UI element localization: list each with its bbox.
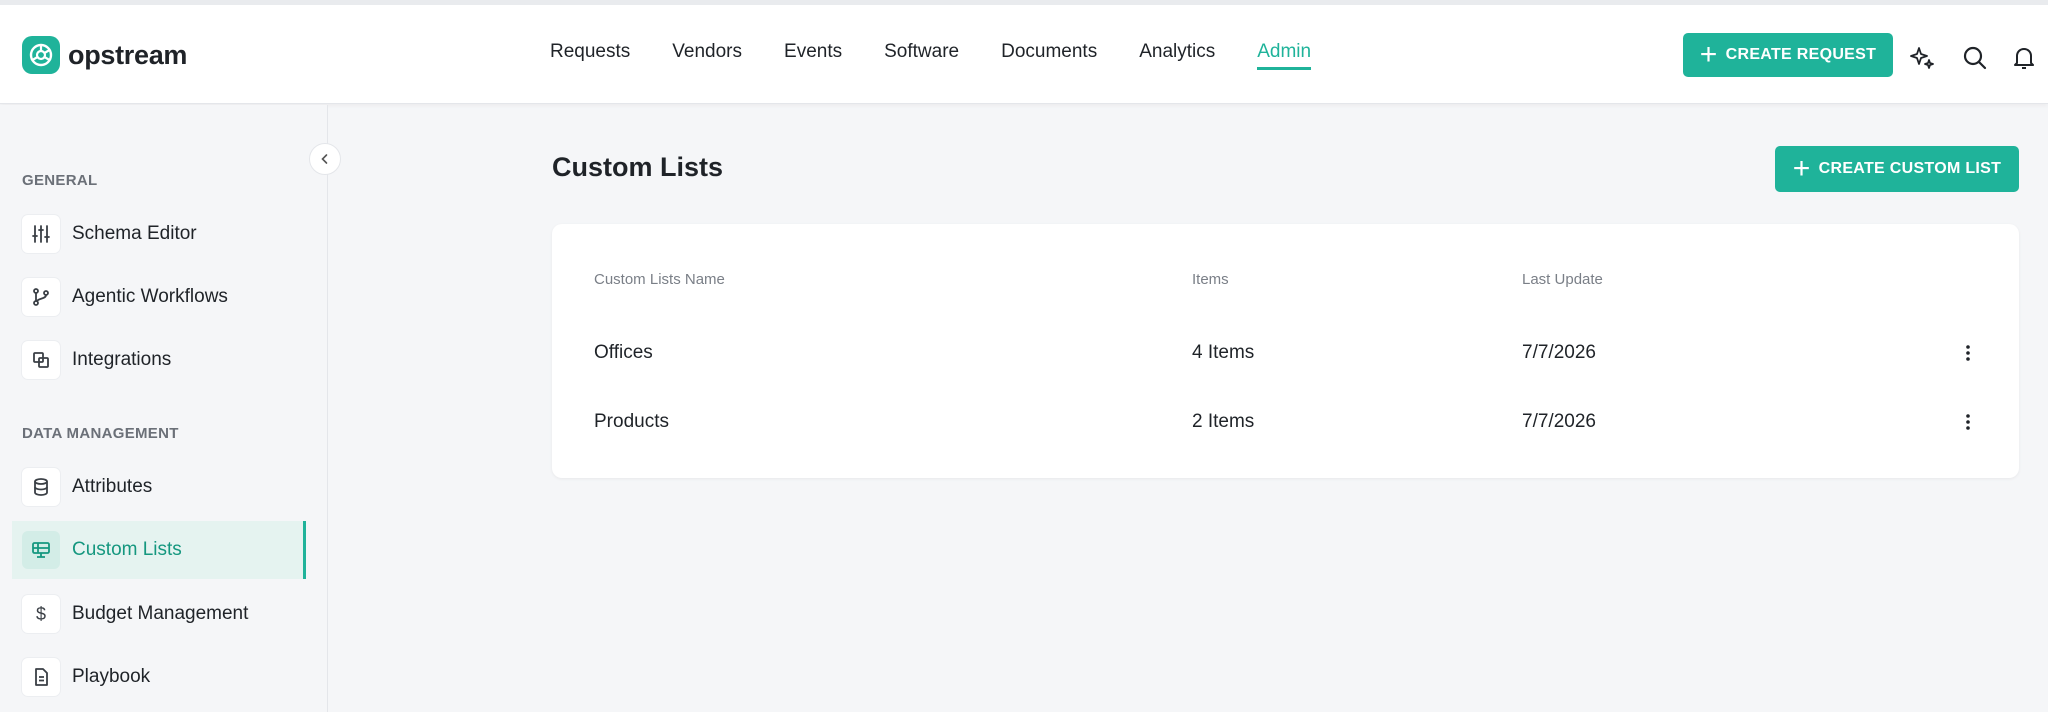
bell-icon[interactable] — [2012, 43, 2036, 73]
logo[interactable]: opstream — [22, 35, 187, 75]
opstream-logo-icon — [22, 36, 60, 74]
sidebar-item-label: Budget Management — [72, 603, 249, 624]
top-header: opstream Requests Vendors Events Softwar… — [0, 0, 2048, 104]
sidebar-item-label: Attributes — [72, 476, 153, 497]
document-icon — [22, 658, 60, 696]
last-update-cell: 7/7/2026 — [1522, 411, 1596, 432]
dollar-icon: $ — [22, 595, 60, 633]
sidebar-item-label: Agentic Workflows — [72, 286, 228, 307]
sidebar-item-label: Custom Lists — [72, 539, 182, 560]
app-name: opstream — [68, 39, 188, 70]
sidebar-item-schema-editor[interactable]: Schema Editor — [12, 205, 306, 263]
sidebar-item-label: Integrations — [72, 349, 172, 370]
column-header-last-update: Last Update — [1522, 271, 1603, 288]
main-nav: Requests Vendors Events Software Documen… — [550, 41, 1312, 70]
sidebar-item-custom-lists[interactable]: Custom Lists — [12, 521, 306, 579]
sidebar-item-label: Schema Editor — [72, 223, 197, 244]
list-icon — [22, 531, 60, 569]
nav-documents[interactable]: Documents — [1001, 41, 1097, 70]
plus-icon: + — [1699, 38, 1718, 71]
column-header-name: Custom Lists Name — [594, 271, 725, 288]
database-icon — [22, 468, 60, 506]
create-custom-list-button[interactable]: + CREATE CUSTOM LIST — [1775, 146, 2019, 192]
integrations-icon — [22, 341, 60, 379]
custom-lists-table: Custom Lists Name Items Last Update Offi… — [552, 224, 2019, 478]
section-label-data-management: DATA MANAGEMENT — [22, 425, 179, 442]
list-name-cell[interactable]: Products — [594, 411, 669, 433]
nav-vendors[interactable]: Vendors — [672, 41, 742, 70]
items-cell: 2 Items — [1192, 411, 1255, 432]
items-cell: 4 Items — [1192, 342, 1255, 363]
sidebar-item-integrations[interactable]: Integrations — [12, 331, 306, 389]
last-update-cell: 7/7/2026 — [1522, 342, 1596, 363]
column-header-items: Items — [1192, 271, 1229, 288]
row-menu-icon[interactable] — [1958, 410, 1978, 434]
sidebar-item-label: Playbook — [72, 666, 151, 687]
chevron-left-icon — [321, 154, 328, 164]
nav-admin[interactable]: Admin — [1257, 41, 1312, 70]
nav-analytics[interactable]: Analytics — [1139, 41, 1215, 70]
nav-requests[interactable]: Requests — [550, 41, 630, 70]
list-name-cell[interactable]: Offices — [594, 342, 653, 364]
sliders-icon — [22, 215, 60, 253]
page-title: Custom Lists — [552, 152, 724, 182]
nav-events[interactable]: Events — [784, 41, 842, 70]
collapse-sidebar-button[interactable] — [309, 143, 341, 175]
row-menu-icon[interactable] — [1958, 341, 1978, 365]
search-icon[interactable] — [1960, 43, 1990, 73]
create-custom-list-label: CREATE CUSTOM LIST — [1818, 160, 2002, 177]
plus-icon: + — [1792, 152, 1811, 185]
create-request-button[interactable]: + CREATE REQUEST — [1683, 33, 1893, 77]
sidebar-item-playbook[interactable]: Playbook — [12, 648, 306, 706]
sidebar-item-agentic-workflows[interactable]: Agentic Workflows — [12, 268, 306, 326]
branch-icon — [22, 278, 60, 316]
sparkle-icon[interactable] — [1908, 43, 1938, 73]
sidebar-item-budget-management[interactable]: $ Budget Management — [12, 585, 306, 643]
section-label-general: GENERAL — [22, 172, 98, 189]
sidebar-item-attributes[interactable]: Attributes — [12, 458, 306, 516]
create-request-label: CREATE REQUEST — [1725, 46, 1877, 63]
nav-software[interactable]: Software — [884, 41, 959, 70]
